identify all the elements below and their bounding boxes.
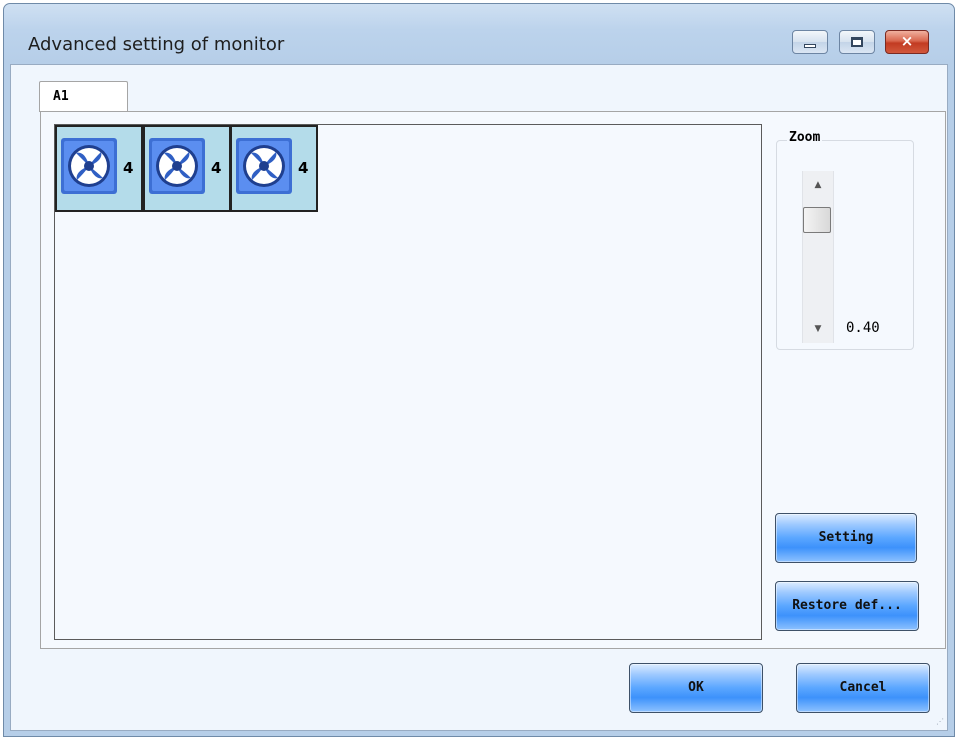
restore-defaults-button[interactable]: Restore def... <box>775 581 919 631</box>
scroll-down-icon[interactable]: ▼ <box>803 321 833 337</box>
close-icon: × <box>900 32 914 50</box>
minimize-icon <box>804 44 816 48</box>
scroll-up-icon[interactable]: ▲ <box>803 177 833 193</box>
fan-cell[interactable]: 4 <box>143 125 231 212</box>
close-button[interactable]: × <box>885 30 929 54</box>
ok-button[interactable]: OK <box>629 663 763 713</box>
fan-count: 4 <box>123 159 134 177</box>
window-title: Advanced setting of monitor <box>28 34 285 55</box>
fan-icon <box>149 138 205 194</box>
zoom-scrollbar[interactable]: ▲ ▼ <box>802 171 834 343</box>
cancel-button[interactable]: Cancel <box>796 663 930 713</box>
maximize-button[interactable] <box>839 30 875 54</box>
fan-icon <box>61 138 117 194</box>
setting-button[interactable]: Setting <box>775 513 917 563</box>
zoom-scroll-thumb[interactable] <box>803 207 831 233</box>
minimize-button[interactable] <box>792 30 828 54</box>
fan-icon <box>236 138 292 194</box>
fan-cell[interactable]: 4 <box>55 125 143 212</box>
zoom-value: 0.40 <box>846 320 880 336</box>
tab-a1-label: A1 <box>53 89 69 104</box>
fan-count: 4 <box>298 159 309 177</box>
fan-count: 4 <box>211 159 222 177</box>
fan-cell[interactable]: 4 <box>230 125 318 212</box>
zoom-group <box>776 140 914 350</box>
maximize-icon <box>851 37 863 47</box>
zoom-label: Zoom <box>787 130 823 145</box>
resize-grip-icon[interactable]: ⋰ <box>936 718 948 732</box>
title-bar[interactable]: Advanced setting of monitor × <box>4 4 954 66</box>
